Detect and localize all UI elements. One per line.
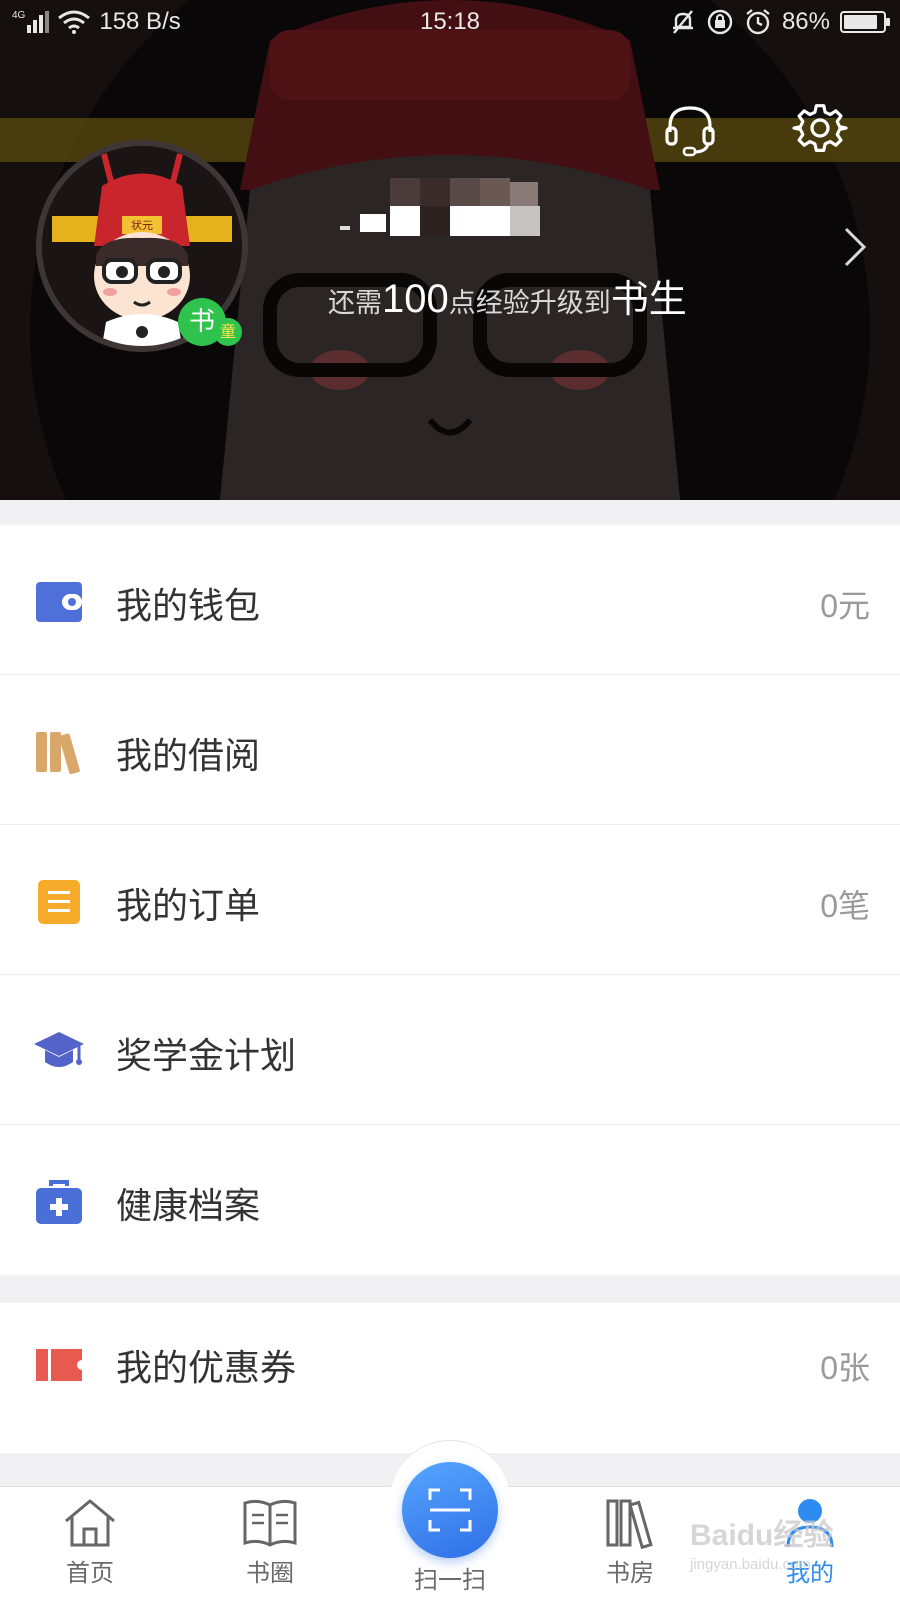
next-level-name: 书生 — [610, 279, 687, 321]
nav-tab-book-circle[interactable]: 书圈 — [210, 1497, 330, 1597]
profile-header: 4G 158 B/s 15:18 86% 状元 书 童 还需100点经验升级到书… — [0, 0, 900, 500]
menu-item-health-records[interactable]: 健康档案 — [0, 1125, 900, 1275]
medical-kit-icon — [36, 1180, 82, 1224]
menu-item-label: 我的借阅 — [116, 736, 261, 777]
menu-item-label: 我的钱包 — [116, 586, 261, 627]
customer-service-headset-icon[interactable] — [662, 102, 718, 158]
books-icon — [36, 732, 80, 774]
avatar-hat-text: 状元 — [131, 218, 153, 232]
menu-item-label: 健康档案 — [116, 1186, 261, 1227]
menu-item-scholarship[interactable]: 奖学金计划 — [0, 975, 900, 1125]
mute-icon — [672, 10, 693, 34]
menu-group-secondary: 我的优惠券 0张 — [0, 1303, 900, 1453]
bookshelf-icon — [606, 1499, 653, 1549]
alarm-icon — [746, 9, 770, 35]
experience-progress-text: 还需100点经验升级到书生 — [328, 268, 687, 323]
scan-icon — [428, 1488, 472, 1532]
nav-label: 首页 — [66, 1559, 114, 1587]
menu-item-label: 我的优惠券 — [116, 1348, 297, 1389]
baidu-jingyan-watermark: Baidu经验 jingyan.baidu.com — [690, 1510, 833, 1573]
profile-chevron-right-icon[interactable] — [840, 225, 870, 269]
exp-middle: 点经验升级到 — [448, 288, 611, 318]
battery-percent: 86% — [781, 8, 830, 35]
open-book-icon — [243, 1499, 297, 1547]
coupon-count: 0张 — [820, 1350, 870, 1386]
scan-label: 扫一扫 — [414, 1566, 486, 1594]
nav-label: 书房 — [606, 1559, 654, 1587]
menu-item-label: 奖学金计划 — [116, 1036, 297, 1077]
coupon-icon — [36, 1349, 84, 1381]
level-badge-sub-text: 童 — [214, 318, 242, 346]
nav-tab-bookshelf[interactable]: 书房 — [570, 1497, 690, 1597]
wallet-icon — [36, 582, 82, 622]
nav-label: 书圈 — [246, 1559, 294, 1587]
menu-group-main: 我的钱包 0元 我的借阅 我的订单 0笔 奖学金计划 健康档案 — [0, 525, 900, 1275]
menu-item-wallet[interactable]: 我的钱包 0元 — [0, 525, 900, 675]
username-obscured[interactable] — [340, 178, 540, 240]
wallet-balance: 0元 — [820, 588, 870, 624]
exp-points: 100 — [382, 277, 449, 321]
settings-gear-icon[interactable] — [792, 102, 848, 158]
battery-icon — [840, 11, 890, 33]
graduation-cap-icon — [34, 1032, 84, 1067]
menu-item-coupons[interactable]: 我的优惠券 0张 — [0, 1303, 900, 1453]
home-icon — [65, 1499, 115, 1547]
watermark-brand: Baidu经验 — [690, 1519, 834, 1552]
nav-tab-home[interactable]: 首页 — [30, 1497, 150, 1597]
menu-item-borrow[interactable]: 我的借阅 — [0, 675, 900, 825]
watermark-url: jingyan.baidu.com — [690, 1556, 811, 1573]
menu-item-orders[interactable]: 我的订单 0笔 — [0, 825, 900, 975]
menu-item-label: 我的订单 — [116, 886, 261, 927]
exp-prefix: 还需 — [328, 288, 382, 318]
order-count: 0笔 — [820, 888, 870, 924]
order-icon — [38, 880, 80, 924]
user-level-badge: 书 童 — [178, 298, 244, 348]
rotation-lock-icon — [707, 9, 733, 35]
scan-button[interactable] — [402, 1462, 498, 1558]
status-bar: 4G 158 B/s 15:18 86% — [0, 0, 900, 46]
